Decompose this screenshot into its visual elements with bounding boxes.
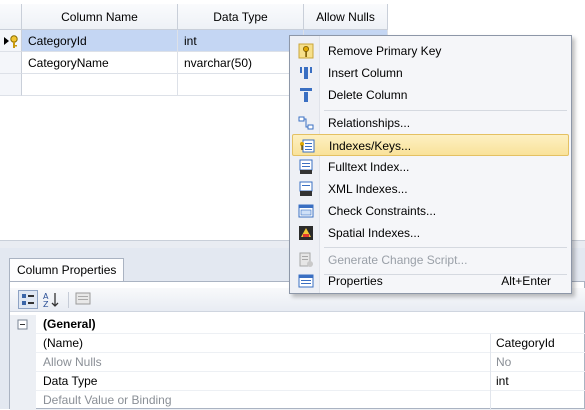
property-name: (Name) xyxy=(43,336,84,350)
alphabetical-button[interactable]: A Z xyxy=(42,290,62,309)
column-name-header[interactable]: Column Name xyxy=(22,4,178,30)
menu-item-label: Relationships... xyxy=(328,116,411,130)
property-value[interactable]: No xyxy=(490,353,585,372)
fulltext-index-icon xyxy=(299,159,313,174)
property-row-allow-nulls[interactable]: Allow Nulls No xyxy=(10,353,585,372)
menu-item-check-constraints[interactable]: Check Constraints... xyxy=(292,200,569,222)
menu-item-label: Delete Column xyxy=(328,88,408,102)
menu-item-label: Insert Column xyxy=(328,66,403,80)
indexes-keys-icon xyxy=(300,139,315,153)
collapse-icon xyxy=(17,319,28,330)
property-row-name[interactable]: (Name) CategoryId xyxy=(10,334,585,353)
menu-item-label: Check Constraints... xyxy=(328,204,437,218)
delete-column-icon xyxy=(300,88,312,102)
data-type-cell[interactable]: nvarchar(50) xyxy=(178,52,304,74)
row-selector-categoryname[interactable] xyxy=(0,52,22,74)
menu-item-relationships[interactable]: Relationships... xyxy=(292,112,569,134)
menu-item-xml-indexes[interactable]: XML Indexes... xyxy=(292,178,569,200)
categorized-button[interactable] xyxy=(18,290,38,309)
property-value[interactable]: CategoryId xyxy=(490,334,585,353)
row-selector-categoryid[interactable] xyxy=(0,30,22,52)
menu-item-label: Generate Change Script... xyxy=(328,253,468,267)
alphabetical-sort-icon: A Z xyxy=(43,292,59,309)
key-icon xyxy=(298,43,314,59)
menu-item-label: Remove Primary Key xyxy=(328,44,442,58)
property-pages-icon xyxy=(75,292,91,305)
check-constraints-icon xyxy=(298,204,314,218)
menu-item-delete-column[interactable]: Delete Column xyxy=(292,84,569,106)
spatial-indexes-icon xyxy=(299,226,313,240)
column-name-cell[interactable]: CategoryName xyxy=(22,52,178,74)
property-value[interactable]: int xyxy=(490,372,585,391)
menu-item-fulltext-index[interactable]: Fulltext Index... xyxy=(292,156,569,178)
property-row-default-value[interactable]: Default Value or Binding xyxy=(10,391,585,410)
menu-item-generate-change-script: Generate Change Script... xyxy=(292,249,569,271)
property-row-data-type[interactable]: Data Type int xyxy=(10,372,585,391)
tab-column-properties[interactable]: Column Properties xyxy=(9,258,124,282)
data-type-cell[interactable]: int xyxy=(178,30,304,52)
allow-nulls-header[interactable]: Allow Nulls xyxy=(304,4,388,30)
menu-item-label: Spatial Indexes... xyxy=(328,226,421,240)
svg-text:Z: Z xyxy=(43,300,49,309)
data-type-cell[interactable] xyxy=(178,74,304,96)
menu-item-label: Fulltext Index... xyxy=(328,160,410,174)
property-value[interactable] xyxy=(490,391,585,410)
categorized-icon xyxy=(22,294,34,305)
column-name-cell[interactable] xyxy=(22,74,178,96)
row-header-corner xyxy=(0,4,22,30)
section-title: (General) xyxy=(43,317,96,331)
properties-icon xyxy=(298,274,314,288)
menu-item-label: XML Indexes... xyxy=(328,182,408,196)
toolbar-separator xyxy=(68,292,69,308)
xml-indexes-icon xyxy=(299,181,313,196)
data-type-header[interactable]: Data Type xyxy=(178,4,304,30)
property-pages-button[interactable] xyxy=(74,290,94,309)
menu-item-properties[interactable]: Properties Alt+Enter xyxy=(292,270,569,292)
property-name: Default Value or Binding xyxy=(43,393,172,407)
generate-script-icon xyxy=(299,252,313,267)
menu-item-indexes-keys[interactable]: Indexes/Keys... xyxy=(292,134,569,156)
menu-item-spatial-indexes[interactable]: Spatial Indexes... xyxy=(292,222,569,244)
context-menu: Remove Primary Key Insert Column Delete … xyxy=(289,35,572,294)
menu-item-shortcut: Alt+Enter xyxy=(501,274,551,288)
menu-item-label: Indexes/Keys... xyxy=(329,139,412,153)
column-name-cell[interactable]: CategoryId xyxy=(22,30,178,52)
row-selector-new[interactable] xyxy=(0,74,22,96)
menu-item-insert-column[interactable]: Insert Column xyxy=(292,62,569,84)
property-section-general[interactable]: (General) xyxy=(10,315,585,334)
menu-item-remove-primary-key[interactable]: Remove Primary Key xyxy=(292,40,569,62)
property-name: Data Type xyxy=(43,374,98,388)
menu-separator xyxy=(324,110,567,111)
property-name: Allow Nulls xyxy=(43,355,102,369)
primary-key-arrow-icon xyxy=(4,35,18,48)
menu-item-label: Properties xyxy=(328,274,383,288)
insert-column-icon xyxy=(300,67,312,79)
relationships-icon xyxy=(298,116,314,130)
menu-separator xyxy=(324,247,567,248)
